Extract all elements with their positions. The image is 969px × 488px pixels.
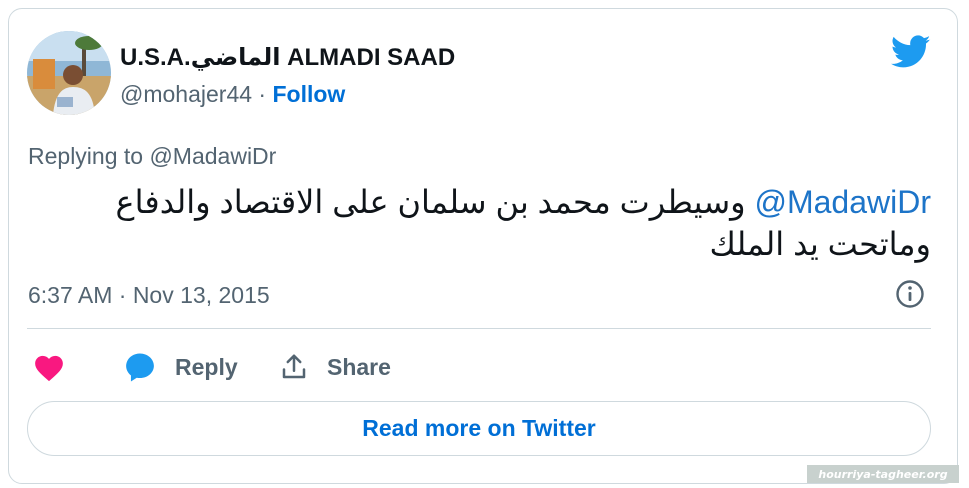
tweet-card: U.S.A.الماضي ALMADI SAAD @mohajer44 · Fo… <box>8 8 959 484</box>
share-button[interactable]: Share <box>279 349 391 385</box>
mention-link[interactable]: @MadawiDr <box>754 184 931 220</box>
reply-label: Reply <box>175 353 238 380</box>
avatar[interactable] <box>27 31 111 115</box>
divider <box>27 328 931 329</box>
separator-dot: · <box>258 81 267 107</box>
author-handle-row: @mohajer44 · Follow <box>120 81 345 108</box>
share-label: Share <box>327 353 391 380</box>
avatar-image <box>27 31 111 115</box>
like-button[interactable] <box>33 349 65 385</box>
share-icon <box>282 354 306 379</box>
read-more-button[interactable]: Read more on Twitter <box>27 401 931 456</box>
author-handle[interactable]: @mohajer44 <box>120 81 252 107</box>
reply-button[interactable]: Reply <box>123 349 238 385</box>
heart-icon <box>35 355 63 382</box>
watermark: hourriya-tagheer.org <box>807 465 959 483</box>
reply-bubble-icon <box>126 353 154 382</box>
tweet-timestamp[interactable]: 6:37 AM · Nov 13, 2015 <box>28 282 270 309</box>
replying-to[interactable]: Replying to @MadawiDr <box>28 143 276 170</box>
follow-button[interactable]: Follow <box>272 81 345 107</box>
info-icon[interactable] <box>895 279 925 309</box>
author-name[interactable]: U.S.A.الماضي ALMADI SAAD <box>120 43 455 72</box>
tweet-text: @MadawiDr وسيطرت محمد بن سلمان على الاقت… <box>21 181 931 265</box>
twitter-bird-icon[interactable] <box>891 35 931 69</box>
